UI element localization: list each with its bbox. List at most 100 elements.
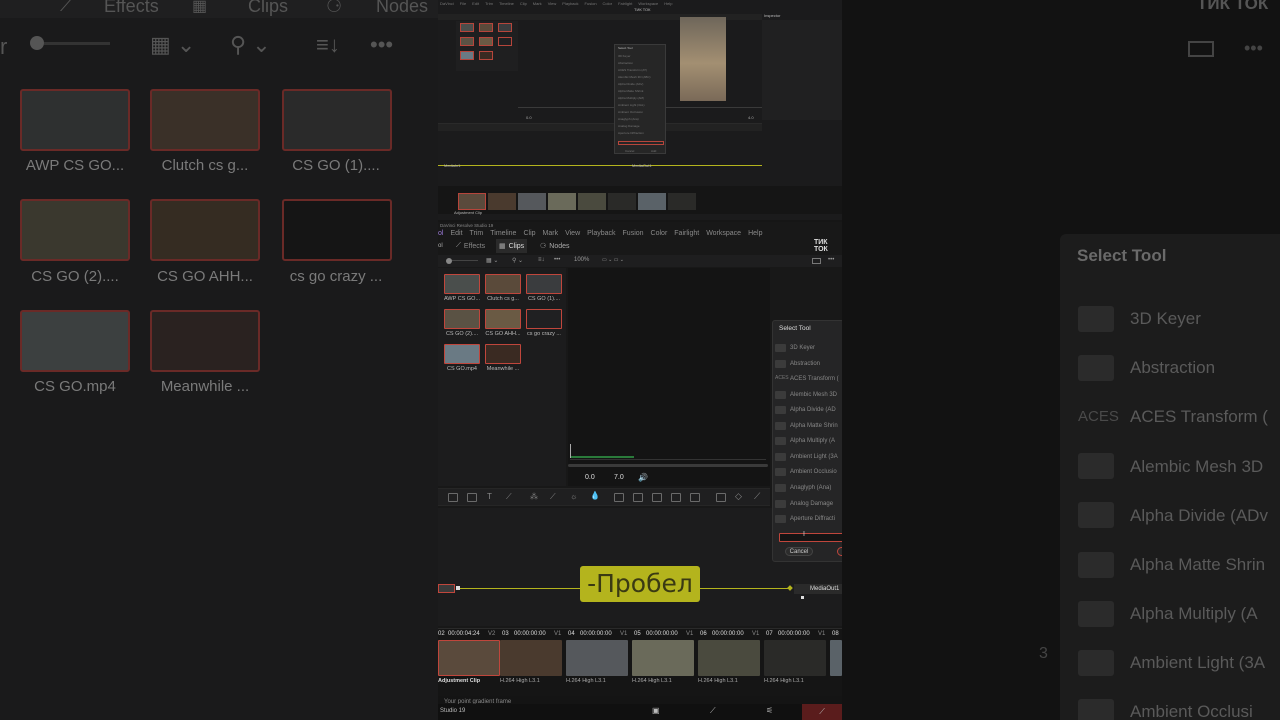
brightness-tool-icon[interactable]: ☼ <box>570 492 577 501</box>
media-thumb-1[interactable] <box>485 274 521 294</box>
tool-item[interactable]: Analog Damage <box>775 497 842 511</box>
edit-page-icon[interactable]: ⚟ <box>766 706 773 715</box>
media-caption: Meanwhile ... <box>486 366 520 372</box>
alpha-multiply-icon <box>775 437 786 445</box>
tab-nodes[interactable]: ⚆ Nodes <box>540 239 570 253</box>
menu-fusion[interactable]: Fusion <box>623 230 644 237</box>
menu-workspace[interactable]: Workspace <box>706 230 741 237</box>
menu-help[interactable]: Help <box>748 230 762 237</box>
polygon-mask-icon[interactable]: ⟋ <box>754 491 760 502</box>
media-thumb-4[interactable] <box>485 309 521 329</box>
top-select-tool-dialog: Select Tool 3D Keyer Abstraction ACES Tr… <box>614 44 666 154</box>
timeline-clip[interactable] <box>632 640 694 676</box>
left-bg-toolbar: r ▦ ⌄ ⚲ ⌄ ≡↓ ••• <box>0 32 394 59</box>
more-icon[interactable]: ••• <box>554 257 560 263</box>
media-thumb-2[interactable] <box>526 274 562 294</box>
tool-item[interactable]: Anaglyph (Ana) <box>775 481 842 495</box>
right-bg-title: ТИК ТОК <box>1197 0 1269 13</box>
tool-item[interactable]: Ambient Light (3A <box>775 450 842 464</box>
tab-clips[interactable]: ▦ Clips <box>496 239 528 253</box>
alpha-divide-icon <box>775 406 786 414</box>
media-thumb-5[interactable] <box>526 309 562 329</box>
tool-item[interactable]: Abstraction <box>775 357 842 371</box>
page-navigation-bar: Studio 19 ▣ ⟋ ⚟ ⟋ <box>438 704 842 720</box>
media-caption: CS GO AHH... <box>485 331 521 337</box>
timeline-clip[interactable] <box>830 640 842 676</box>
add-button[interactable] <box>837 547 842 556</box>
zoom-select[interactable]: 100% <box>574 257 589 263</box>
merge-tool-icon[interactable] <box>614 493 624 502</box>
tab-effects[interactable]: ⟋ Effects <box>456 239 485 253</box>
viewer-more-icon[interactable]: ••• <box>828 257 834 263</box>
tool-item[interactable]: Alpha Divide (AD <box>775 403 842 417</box>
media-thumb-7[interactable] <box>485 344 521 364</box>
media-page-icon[interactable]: ▣ <box>652 706 660 715</box>
tool-item[interactable]: Aperture Diffracti <box>775 512 842 526</box>
polygon-tool-icon[interactable]: ⟋ <box>550 492 556 502</box>
tool-item[interactable]: Alpha Matte Shrin <box>775 419 842 433</box>
top-screenshot: DaVinci File Edit Trim Timeline Clip Mark View P… <box>438 0 842 220</box>
tool-item[interactable]: Alpha Multiply (A <box>775 434 842 448</box>
transform-tool-icon[interactable] <box>690 493 700 502</box>
media-thumb-0[interactable] <box>444 274 480 294</box>
fusion-toolbar: T ⟋ ⁂ ⟋ ☼ 💧 ◇ ⟋ <box>438 488 770 506</box>
menu-playback[interactable]: Playback <box>587 230 615 237</box>
background-tool-icon[interactable] <box>448 493 458 502</box>
menu-timeline[interactable]: Timeline <box>490 230 516 237</box>
effects-icon: ⟋ <box>60 0 73 15</box>
paint-tool-icon[interactable]: ⟋ <box>506 492 512 502</box>
timeline-ruler[interactable] <box>570 444 766 460</box>
timeline-clip[interactable] <box>566 640 628 676</box>
top-viewer-frame <box>680 17 726 101</box>
grid-view-icon[interactable]: ▦ ⌄ <box>486 257 498 264</box>
left-background: ⟋ Effects ▦ Clips ⚆ Nodes r ▦ ⌄ ⚲ ⌄ ≡↓ •… <box>0 0 438 720</box>
ambient-light-icon <box>775 453 786 461</box>
viewer-icon[interactable] <box>812 258 821 264</box>
media-caption: CS GO (1).... <box>527 296 561 302</box>
analog-damage-icon <box>775 500 786 508</box>
media-caption: CS GO (2).... <box>445 331 479 337</box>
color-tool-icon[interactable]: 💧 <box>590 491 600 500</box>
menu-view[interactable]: View <box>565 230 580 237</box>
media-thumb-6[interactable] <box>444 344 480 364</box>
volume-icon[interactable]: 🔊 <box>638 473 648 482</box>
matte-tool-icon[interactable] <box>671 493 681 502</box>
media-caption: cs go crazy ... <box>527 331 561 337</box>
text-tool-icon[interactable]: T <box>487 492 492 501</box>
rect-mask-icon[interactable] <box>716 493 726 502</box>
media-out-node[interactable]: MediaOut1 <box>794 584 842 594</box>
left-bg-tab-nodes: Nodes <box>376 0 429 16</box>
window-title: DaVinci Resolve Studio 19 <box>440 223 494 228</box>
channel-tool-icon[interactable] <box>652 493 662 502</box>
tool-item[interactable]: 3D Keyer <box>775 341 842 355</box>
particle-tool-icon[interactable]: ⁂ <box>530 492 538 501</box>
tool-search-input[interactable] <box>779 533 842 542</box>
image-tool-icon[interactable] <box>467 493 477 502</box>
sort-icon[interactable]: ≡↓ <box>538 257 545 263</box>
menu-edit[interactable]: Edit <box>450 230 462 237</box>
cancel-button[interactable]: Cancel <box>785 547 813 556</box>
timeline-clip[interactable] <box>698 640 760 676</box>
media-thumb-3[interactable] <box>444 309 480 329</box>
tool-item[interactable]: Ambient Occlusio <box>775 465 842 479</box>
timeline-clip[interactable] <box>500 640 562 676</box>
cut-page-icon[interactable]: ⟋ <box>710 706 716 716</box>
timeline-clip[interactable] <box>764 640 826 676</box>
tool-item[interactable]: ACES ACES Transform ( <box>775 372 842 386</box>
view-options-icon[interactable]: ▭ ⌄ ▭ ⌄ <box>602 257 624 263</box>
tool-item[interactable]: Alembic Mesh 3D <box>775 388 842 402</box>
menu-fairlight[interactable]: Fairlight <box>674 230 699 237</box>
search-icon[interactable]: ⚲ ⌄ <box>512 257 523 264</box>
viewer: 0.0 7.0 🔊 <box>568 268 770 486</box>
3d-keyer-icon <box>775 344 786 352</box>
merge3d-tool-icon[interactable] <box>633 493 643 502</box>
timeline-clip[interactable] <box>438 640 500 676</box>
menu-mark[interactable]: Mark <box>543 230 559 237</box>
menu-color[interactable]: Color <box>651 230 668 237</box>
fusion-page-icon[interactable]: ⟋ <box>802 704 842 720</box>
menu-trim[interactable]: Trim <box>470 230 484 237</box>
media-in-node[interactable] <box>438 584 455 593</box>
menu-clip[interactable]: Clip <box>523 230 535 237</box>
aces-icon: ACES <box>775 375 789 381</box>
ellipse-mask-icon[interactable]: ◇ <box>735 491 742 502</box>
